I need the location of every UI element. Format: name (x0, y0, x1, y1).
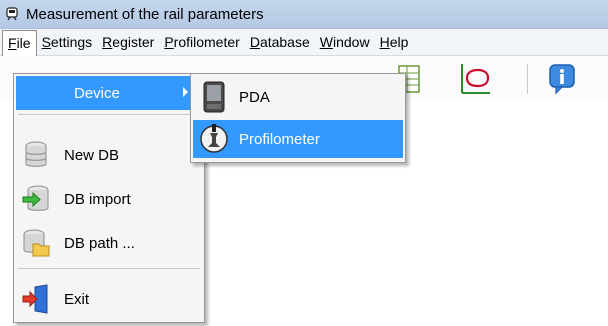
submenu-item-pda[interactable]: PDA (193, 78, 403, 116)
menu-register-label: egister (112, 34, 155, 50)
menu-database-label: atabase (259, 34, 310, 50)
info-icon[interactable] (546, 62, 580, 96)
submenu-item-profilometer[interactable]: Profilometer (193, 120, 403, 158)
rail-profile-icon[interactable] (458, 62, 492, 96)
toolbar-separator (527, 64, 528, 94)
menu-item-db-path-label: DB path ... (64, 234, 135, 252)
menu-register-mnemonic: R (102, 34, 113, 50)
database-icon (20, 139, 52, 171)
file-menu-dropdown: Device New DB DB import DB path ... Exit (13, 73, 205, 323)
menu-item-exit-label: Exit (64, 290, 90, 308)
menu-help-mnemonic: H (379, 34, 390, 50)
menu-item-device-label: Device (74, 84, 120, 102)
menu-profilometer-label: rofilometer (173, 34, 240, 50)
menu-item-db-import[interactable]: DB import (16, 182, 202, 216)
submenu-arrow-icon (183, 87, 188, 97)
menu-window-label: indow (332, 34, 370, 50)
window-title: Measurement of the rail parameters (26, 5, 264, 23)
menu-item-db-import-label: DB import (64, 190, 131, 208)
menu-file-label: ile (16, 34, 31, 51)
menu-help[interactable]: Help (375, 30, 414, 54)
menu-settings[interactable]: Settings (37, 30, 98, 54)
menu-help-label: elp (389, 34, 409, 50)
menu-item-new-db-label: New DB (64, 146, 120, 164)
menu-profilometer[interactable]: Profilometer (159, 30, 244, 54)
device-submenu: PDA Profilometer (190, 73, 406, 163)
menu-window-mnemonic: W (319, 34, 333, 50)
menu-item-new-db[interactable]: New DB (16, 138, 202, 172)
menu-bar: File Settings Register Profilometer Data… (0, 29, 608, 56)
profilometer-icon (197, 122, 231, 156)
menu-database-mnemonic: D (249, 34, 260, 50)
submenu-item-pda-label: PDA (239, 88, 270, 106)
pda-icon (197, 80, 231, 114)
menu-item-exit[interactable]: Exit (16, 282, 202, 316)
menu-register[interactable]: Register (97, 30, 159, 54)
database-import-icon (20, 183, 52, 215)
submenu-item-profilometer-label: Profilometer (239, 130, 320, 148)
menu-separator (18, 268, 200, 269)
menu-database[interactable]: Database (245, 30, 315, 54)
title-bar: Measurement of the rail parameters (0, 0, 608, 29)
database-folder-icon (20, 227, 52, 259)
menu-separator (18, 114, 200, 115)
menu-item-db-path[interactable]: DB path ... (16, 226, 202, 260)
menu-file-mnemonic: F (8, 34, 17, 51)
exit-icon (20, 283, 52, 315)
device-icon-slot (20, 77, 52, 109)
menu-file[interactable]: File (2, 29, 37, 56)
menu-profilometer-mnemonic: P (164, 34, 174, 50)
menu-window[interactable]: Window (315, 30, 375, 54)
train-icon (4, 6, 20, 22)
menu-item-device[interactable]: Device (16, 76, 202, 110)
menu-settings-mnemonic: S (41, 34, 51, 50)
menu-settings-label: ettings (50, 34, 93, 50)
